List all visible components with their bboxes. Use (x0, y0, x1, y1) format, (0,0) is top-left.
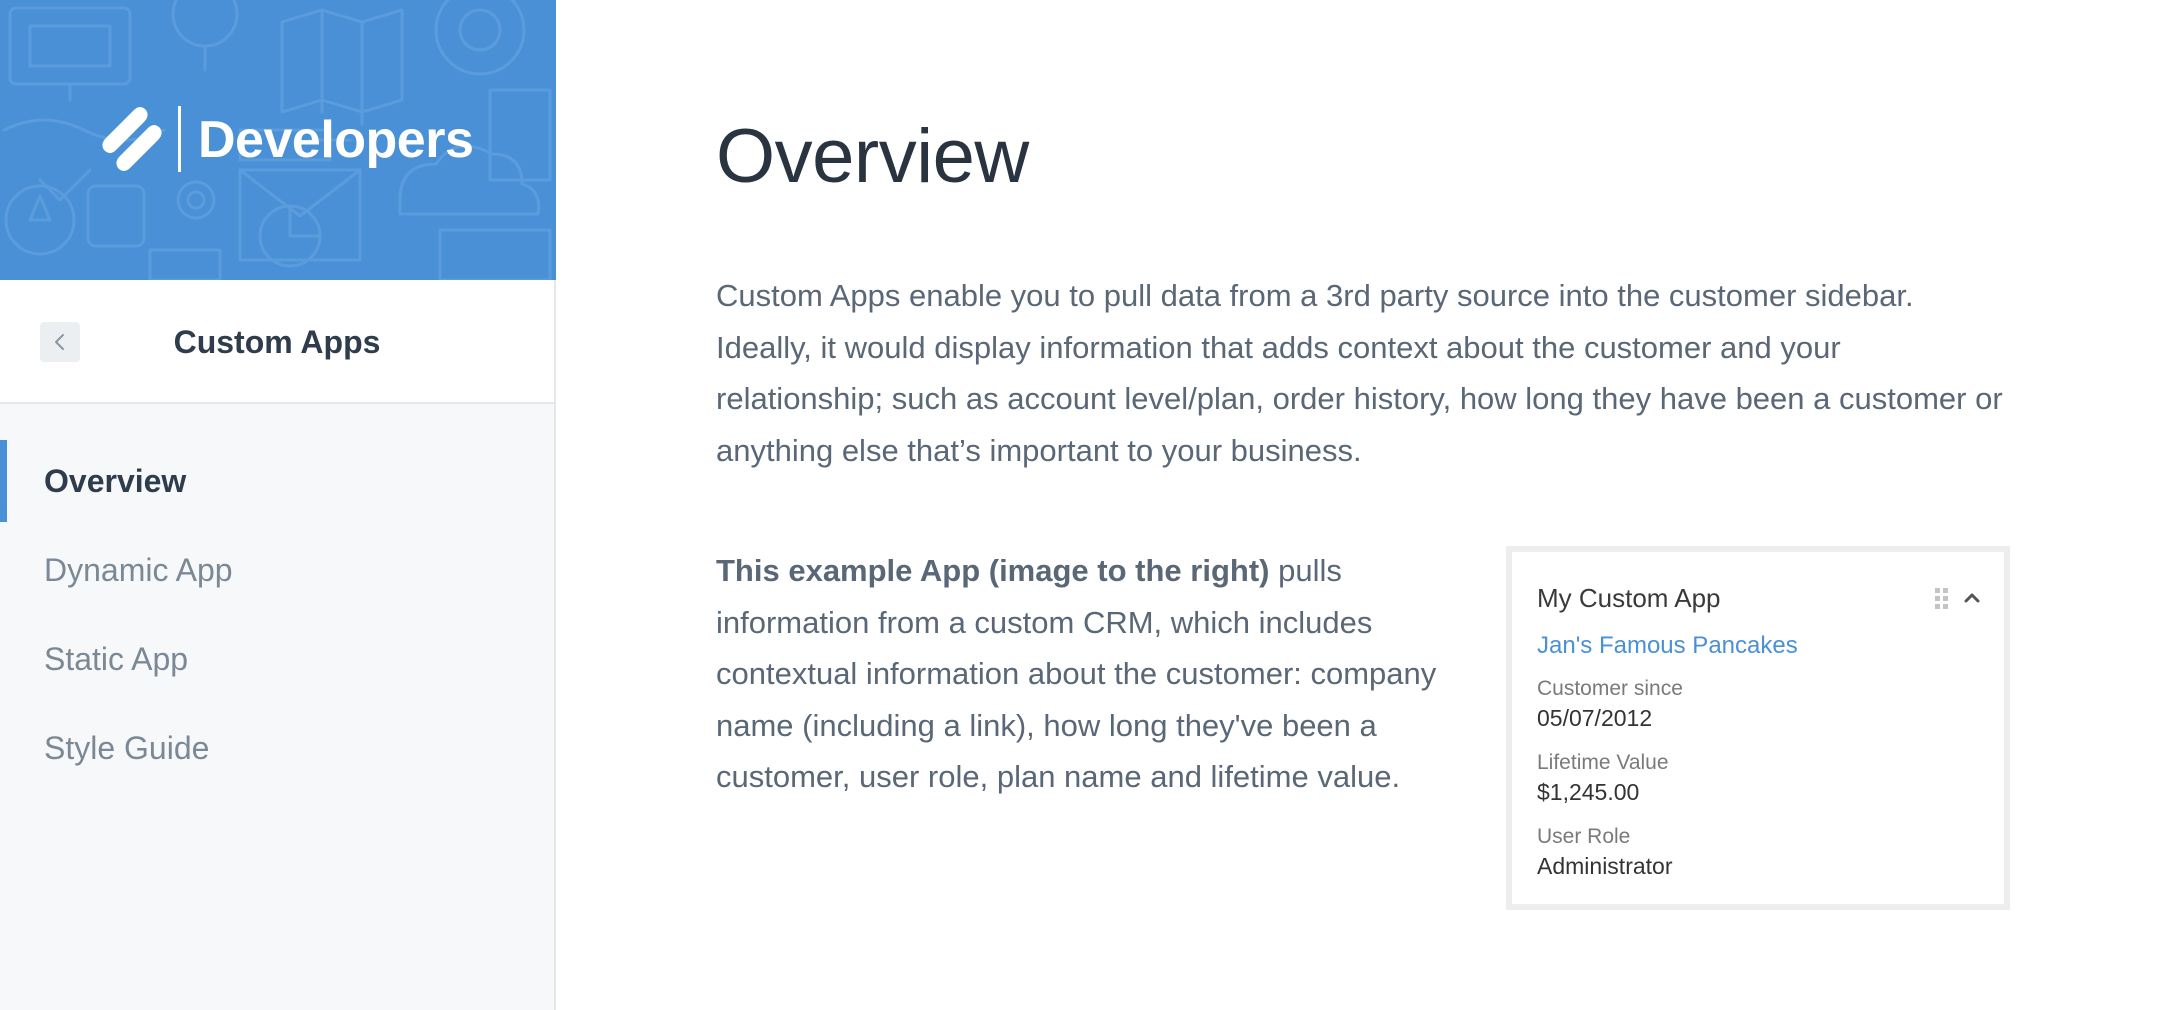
sidebar-item-static-app[interactable]: Static App (0, 618, 554, 700)
customer-since-label: Customer since (1537, 677, 1683, 700)
custom-app-card: My Custom App Jan's Famous Pancakes Cust… (1512, 552, 2004, 904)
page: Developers Custom Apps Overview Dynamic … (0, 0, 2158, 1010)
sidebar-item-style-guide[interactable]: Style Guide (0, 707, 554, 789)
customer-since-value: 05/07/2012 (1537, 705, 1653, 731)
lifetime-value-value: $1,245.00 (1537, 779, 1640, 805)
brand-divider (178, 106, 181, 172)
section-header: Custom Apps (0, 280, 554, 404)
drag-handle-icon (1935, 588, 1948, 609)
sidebar: Developers Custom Apps Overview Dynamic … (0, 0, 556, 1010)
page-title: Overview (716, 114, 1029, 199)
sidebar-item-dynamic-app[interactable]: Dynamic App (0, 529, 554, 611)
help-scout-logo-icon (102, 107, 162, 171)
sidebar-item-overview[interactable]: Overview (0, 440, 554, 522)
example-text: pulls information from a custom CRM, whi… (716, 553, 1437, 794)
sidebar-nav: Overview Dynamic App Static App Style Gu… (0, 440, 554, 796)
custom-app-example-image: My Custom App Jan's Famous Pancakes Cust… (1506, 546, 2010, 910)
card-title: My Custom App (1537, 583, 1721, 613)
section-title: Custom Apps (173, 324, 381, 360)
example-bold-text: This example App (image to the right) (716, 553, 1270, 588)
chevron-up-icon (1964, 593, 1980, 603)
user-role-value: Administrator (1537, 853, 1673, 879)
brand-header: Developers (0, 0, 556, 280)
example-paragraph: This example App (image to the right) pu… (716, 545, 1456, 803)
user-role-label: User Role (1537, 825, 1631, 848)
intro-paragraph: Custom Apps enable you to pull data from… (716, 278, 2003, 468)
lifetime-value-label: Lifetime Value (1537, 751, 1669, 774)
company-link: Jan's Famous Pancakes (1537, 632, 1798, 659)
brand-title[interactable]: Developers (198, 108, 474, 172)
